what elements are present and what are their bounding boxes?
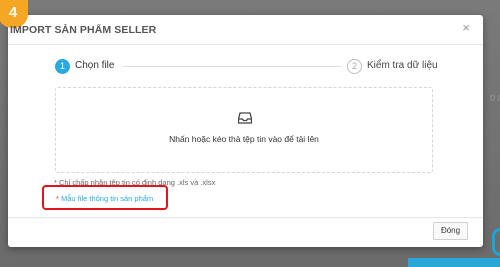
inbox-icon [238,112,252,124]
import-product-modal: 4 IMPORT SẢN PHẨM SELLER × 1 Chọn file 2… [0,0,483,247]
background-fragment-text: 0 / [489,93,500,103]
step-2-circle: 2 [347,59,362,74]
modal-title: IMPORT SẢN PHẨM SELLER [10,24,157,36]
step-2-label: Kiểm tra dữ liệu [367,60,438,71]
modal-footer-divider [8,217,483,218]
file-upload-dropzone[interactable]: Nhấn hoặc kéo thả tệp tin vào để tải lên [55,87,433,173]
import-steps: 1 Chọn file 2 Kiểm tra dữ liệu [55,59,450,77]
highlight-annotation-box [42,185,168,210]
background-chat-bubble-icon [492,228,500,256]
step-1-circle: 1 [55,59,70,74]
background-bottom-bar [408,258,500,267]
modal-header: IMPORT SẢN PHẨM SELLER × [8,15,483,45]
step-1-label: Chọn file [75,60,115,71]
close-icon[interactable]: × [459,21,473,35]
step-connector-line [123,66,341,67]
dropzone-instructions: Nhấn hoặc kéo thả tệp tin vào để tải lên [169,134,319,144]
close-button[interactable]: Đóng [433,222,468,240]
